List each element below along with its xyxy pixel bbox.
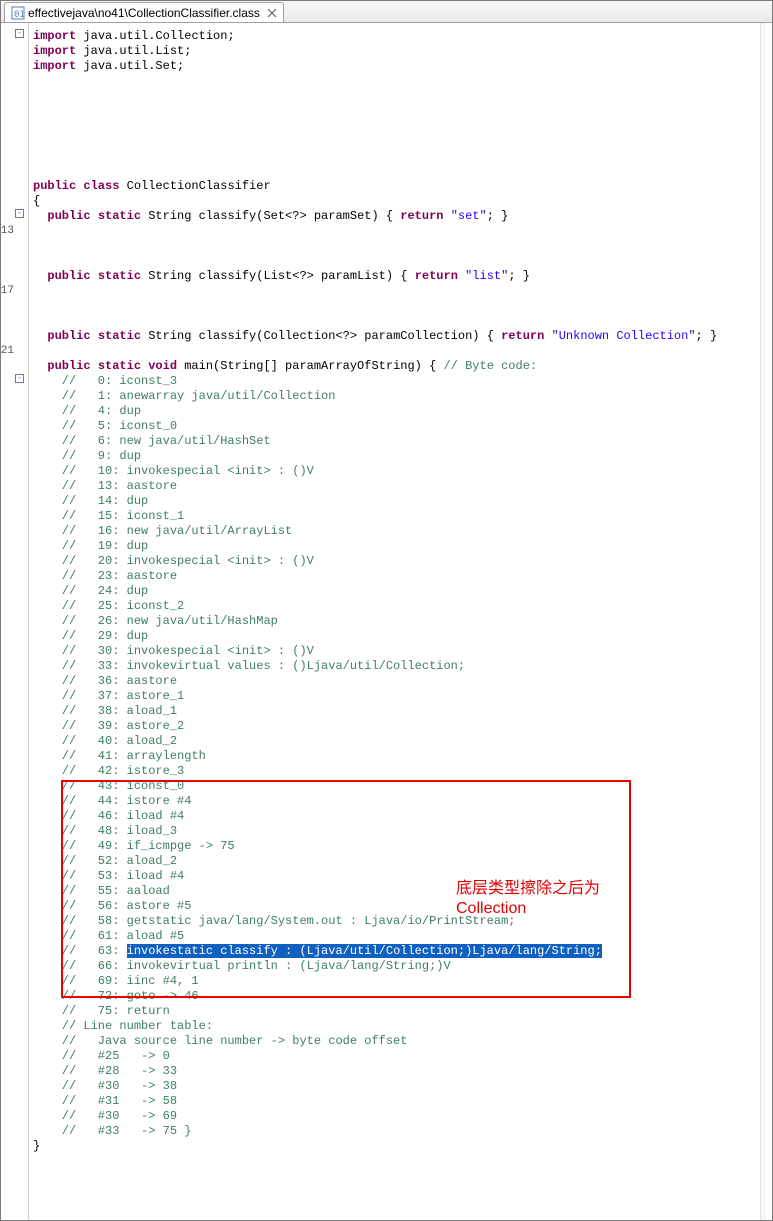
code-line: // 43: iconst_0 bbox=[33, 779, 772, 794]
fold-toggle[interactable]: - bbox=[15, 29, 24, 38]
code-line bbox=[33, 239, 772, 254]
code-line: // Java source line number -> byte code … bbox=[33, 1034, 772, 1049]
code-line bbox=[33, 254, 772, 269]
code-line: // #30 -> 69 bbox=[33, 1109, 772, 1124]
code-line: // 33: invokevirtual values : ()Ljava/ut… bbox=[33, 659, 772, 674]
code-line: // 49: if_icmpge -> 75 bbox=[33, 839, 772, 854]
close-icon[interactable] bbox=[267, 8, 277, 18]
code-line: { bbox=[33, 194, 772, 209]
code-line bbox=[33, 149, 772, 164]
code-line: // 16: new java/util/ArrayList bbox=[33, 524, 772, 539]
fold-toggle[interactable]: - bbox=[15, 374, 24, 383]
code-line: import java.util.List; bbox=[33, 44, 772, 59]
editor-area: ---131721 import java.util.Collection;im… bbox=[1, 23, 772, 1220]
code-line bbox=[33, 224, 772, 239]
code-line: // 20: invokespecial <init> : ()V bbox=[33, 554, 772, 569]
code-line: public static void main(String[] paramAr… bbox=[33, 359, 772, 374]
code-line: import java.util.Collection; bbox=[33, 29, 772, 44]
code-line bbox=[33, 284, 772, 299]
code-line: // 56: astore #5 bbox=[33, 899, 772, 914]
code-line: public static String classify(Set<?> par… bbox=[33, 209, 772, 224]
code-line: // 23: aastore bbox=[33, 569, 772, 584]
code-line: // 26: new java/util/HashMap bbox=[33, 614, 772, 629]
code-line: public static String classify(Collection… bbox=[33, 329, 772, 344]
code-area[interactable]: import java.util.Collection;import java.… bbox=[29, 23, 772, 1220]
code-line: // 61: aload #5 bbox=[33, 929, 772, 944]
code-line bbox=[33, 164, 772, 179]
code-line: // 44: istore #4 bbox=[33, 794, 772, 809]
code-line: // 41: arraylength bbox=[33, 749, 772, 764]
selected-text: invokestatic classify : (Ljava/util/Coll… bbox=[127, 944, 602, 958]
code-line: // 52: aload_2 bbox=[33, 854, 772, 869]
code-line: // Line number table: bbox=[33, 1019, 772, 1034]
editor-tab-label: effectivejava\no41\CollectionClassifier.… bbox=[28, 6, 260, 20]
code-line bbox=[33, 89, 772, 104]
class-file-icon: 010 bbox=[11, 6, 25, 20]
code-line: // 25: iconst_2 bbox=[33, 599, 772, 614]
code-line: // #33 -> 75 } bbox=[33, 1124, 772, 1139]
editor-tab[interactable]: 010 effectivejava\no41\CollectionClassif… bbox=[4, 2, 284, 22]
code-line: // 38: aload_1 bbox=[33, 704, 772, 719]
code-line: import java.util.Set; bbox=[33, 59, 772, 74]
code-line: // 1: anewarray java/util/Collection bbox=[33, 389, 772, 404]
code-line: } bbox=[33, 1139, 772, 1154]
code-line: // 37: astore_1 bbox=[33, 689, 772, 704]
code-line: // #31 -> 58 bbox=[33, 1094, 772, 1109]
code-line: // 10: invokespecial <init> : ()V bbox=[33, 464, 772, 479]
code-line: // 63: invokestatic classify : (Ljava/ut… bbox=[33, 944, 772, 959]
code-line: // #28 -> 33 bbox=[33, 1064, 772, 1079]
code-line: // 53: iload #4 bbox=[33, 869, 772, 884]
code-line: // 4: dup bbox=[33, 404, 772, 419]
code-line: // 66: invokevirtual println : (Ljava/la… bbox=[33, 959, 772, 974]
code-line: // 24: dup bbox=[33, 584, 772, 599]
code-line bbox=[33, 344, 772, 359]
code-line: // 19: dup bbox=[33, 539, 772, 554]
code-line: // 0: iconst_3 bbox=[33, 374, 772, 389]
code-line: // 14: dup bbox=[33, 494, 772, 509]
code-line: // 30: invokespecial <init> : ()V bbox=[33, 644, 772, 659]
line-number: 17 bbox=[1, 284, 14, 299]
code-line: // 75: return bbox=[33, 1004, 772, 1019]
tab-strip: 010 effectivejava\no41\CollectionClassif… bbox=[1, 1, 772, 23]
line-number: 21 bbox=[1, 344, 14, 359]
code-line: public static String classify(List<?> pa… bbox=[33, 269, 772, 284]
code-line bbox=[33, 104, 772, 119]
fold-toggle[interactable]: - bbox=[15, 209, 24, 218]
code-line: // 13: aastore bbox=[33, 479, 772, 494]
code-line bbox=[33, 134, 772, 149]
gutter: ---131721 bbox=[1, 23, 29, 1220]
overview-ruler bbox=[760, 23, 766, 1220]
code-line: // 29: dup bbox=[33, 629, 772, 644]
code-line bbox=[33, 74, 772, 89]
code-line: // #30 -> 38 bbox=[33, 1079, 772, 1094]
code-line: // 58: getstatic java/lang/System.out : … bbox=[33, 914, 772, 929]
code-line: // 39: astore_2 bbox=[33, 719, 772, 734]
svg-text:010: 010 bbox=[14, 10, 25, 20]
line-number: 13 bbox=[1, 224, 14, 239]
code-line: // 36: aastore bbox=[33, 674, 772, 689]
code-line: // 5: iconst_0 bbox=[33, 419, 772, 434]
code-line: // 46: iload #4 bbox=[33, 809, 772, 824]
code-line: // 15: iconst_1 bbox=[33, 509, 772, 524]
code-line: // 48: iload_3 bbox=[33, 824, 772, 839]
code-line: // 55: aaload bbox=[33, 884, 772, 899]
code-line: // #25 -> 0 bbox=[33, 1049, 772, 1064]
code-line: // 72: goto -> 46 bbox=[33, 989, 772, 1004]
code-line bbox=[33, 314, 772, 329]
code-line: // 40: aload_2 bbox=[33, 734, 772, 749]
code-line bbox=[33, 299, 772, 314]
code-line: // 9: dup bbox=[33, 449, 772, 464]
code-line: public class CollectionClassifier bbox=[33, 179, 772, 194]
code-line: // 6: new java/util/HashSet bbox=[33, 434, 772, 449]
code-line: // 42: istore_3 bbox=[33, 764, 772, 779]
code-line: // 69: iinc #4, 1 bbox=[33, 974, 772, 989]
code-line bbox=[33, 119, 772, 134]
